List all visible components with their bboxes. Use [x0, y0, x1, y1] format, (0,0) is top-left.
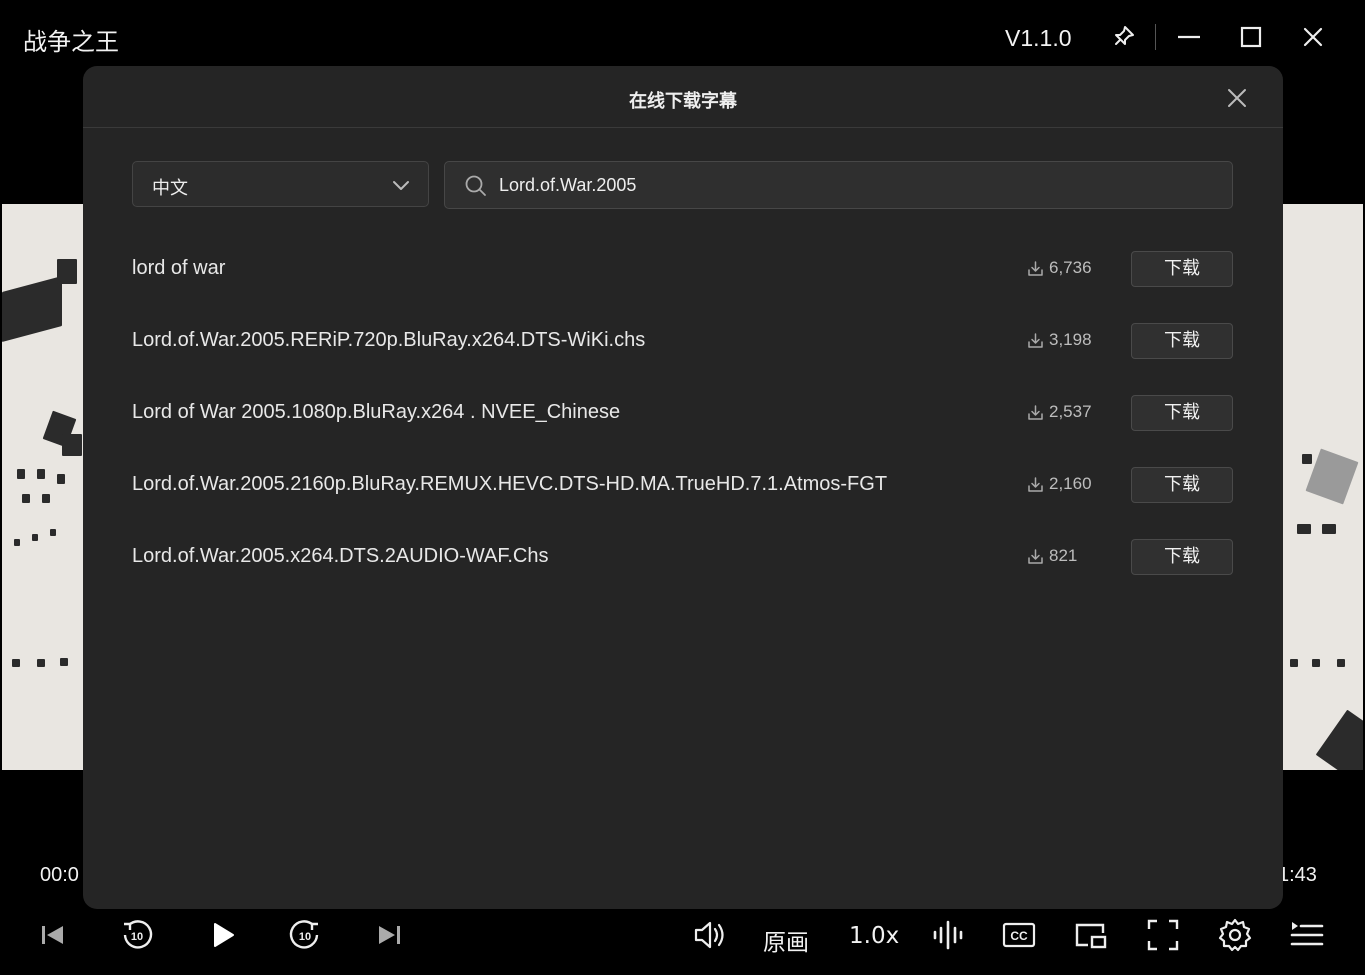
download-count-icon — [1027, 548, 1049, 565]
language-select[interactable]: 中文 — [132, 161, 429, 207]
download-count: 6,736 — [1027, 258, 1092, 278]
minimize-icon[interactable] — [1174, 22, 1204, 52]
download-count: 821 — [1027, 546, 1077, 566]
pin-icon[interactable] — [1108, 22, 1138, 52]
dialog-title: 在线下载字幕 — [629, 91, 737, 112]
result-row: Lord.of.War.2005.x264.DTS.2AUDIO-WAF.Chs… — [132, 539, 1233, 575]
app-title: 战争之王 — [23, 28, 119, 56]
result-name: Lord.of.War.2005.x264.DTS.2AUDIO-WAF.Chs — [132, 545, 549, 567]
svg-text:CC: CC — [1010, 929, 1028, 943]
dialog-header: 在线下载字幕 — [83, 66, 1283, 128]
download-count-icon — [1027, 476, 1049, 493]
playlist-icon[interactable] — [1289, 917, 1325, 953]
download-count: 3,198 — [1027, 330, 1092, 350]
dialog-close-icon[interactable] — [1225, 86, 1249, 110]
result-row: Lord.of.War.2005.2160p.BluRay.REMUX.HEVC… — [132, 467, 1233, 503]
fullscreen-icon[interactable] — [1145, 917, 1181, 953]
search-input[interactable] — [499, 170, 1199, 200]
download-button[interactable]: 下载 — [1131, 539, 1233, 575]
search-field[interactable] — [444, 161, 1233, 209]
download-button[interactable]: 下载 — [1131, 251, 1233, 287]
download-count-icon — [1027, 404, 1049, 421]
download-count-value: 821 — [1049, 546, 1078, 565]
quality-button[interactable]: 原画 — [763, 923, 809, 957]
download-count-icon — [1027, 332, 1049, 349]
play-icon[interactable] — [205, 917, 241, 953]
settings-gear-icon[interactable] — [1217, 917, 1253, 953]
download-count-value: 6,736 — [1049, 258, 1092, 277]
result-name: Lord.of.War.2005.2160p.BluRay.REMUX.HEVC… — [132, 473, 888, 495]
download-button[interactable]: 下载 — [1131, 323, 1233, 359]
svg-text:10: 10 — [299, 931, 311, 943]
speed-button[interactable]: 1.0x — [849, 923, 899, 949]
language-value: 中文 — [152, 178, 188, 199]
previous-icon[interactable] — [35, 917, 71, 953]
current-time: 00:0 — [40, 864, 79, 886]
version-label: V1.1.0 — [1005, 25, 1072, 51]
picture-in-picture-icon[interactable] — [1073, 917, 1109, 953]
download-button[interactable]: 下载 — [1131, 467, 1233, 503]
volume-icon[interactable] — [692, 917, 728, 953]
forward-10-icon[interactable]: 10 — [287, 917, 323, 953]
download-count-value: 2,160 — [1049, 474, 1092, 493]
subtitle-cc-icon[interactable]: CC — [1001, 917, 1037, 953]
download-count: 2,160 — [1027, 474, 1092, 494]
download-button[interactable]: 下载 — [1131, 395, 1233, 431]
total-time: 1:43 — [1278, 864, 1317, 886]
result-name: lord of war — [132, 257, 226, 279]
audio-track-icon[interactable] — [930, 917, 966, 953]
result-name: Lord.of.War.2005.RERiP.720p.BluRay.x264.… — [132, 329, 646, 351]
maximize-icon[interactable] — [1236, 22, 1266, 52]
download-count: 2,537 — [1027, 402, 1092, 422]
result-row: lord of war 6,736 下载 — [132, 251, 1233, 287]
download-count-icon — [1027, 260, 1049, 277]
search-icon — [464, 174, 488, 198]
result-row: Lord.of.War.2005.RERiP.720p.BluRay.x264.… — [132, 323, 1233, 359]
download-count-value: 2,537 — [1049, 402, 1092, 421]
subtitle-download-dialog: 在线下载字幕 中文 lord of war6,736下载Lord.of.War.… — [83, 66, 1283, 909]
result-name: Lord of War 2005.1080p.BluRay.x264 . NVE… — [132, 401, 621, 423]
svg-text:10: 10 — [131, 931, 143, 943]
title-bar: 战争之王 V1.1.0 — [0, 0, 1365, 76]
download-count-value: 3,198 — [1049, 330, 1092, 349]
next-icon[interactable] — [371, 917, 407, 953]
rewind-10-icon[interactable]: 10 — [119, 917, 155, 953]
chevron-down-icon — [391, 175, 411, 195]
result-row: Lord of War 2005.1080p.BluRay.x264 . NVE… — [132, 395, 1233, 431]
player-controls: 10 10 原画 1.0x CC — [0, 905, 1365, 965]
title-separator — [1155, 24, 1156, 50]
close-icon[interactable] — [1298, 22, 1328, 52]
